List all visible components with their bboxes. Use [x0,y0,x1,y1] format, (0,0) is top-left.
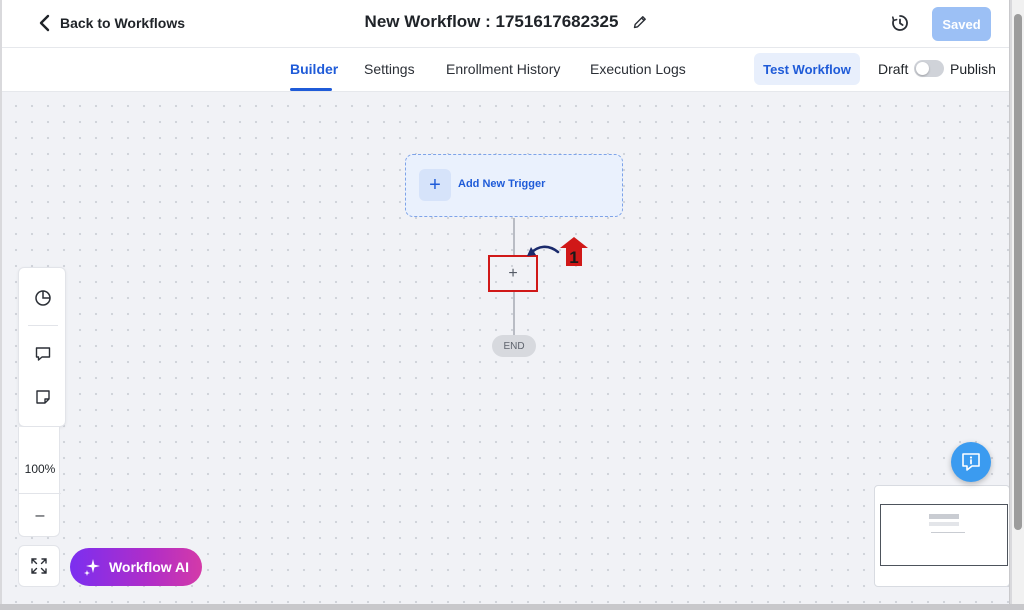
workflow-canvas[interactable]: + Add New Trigger + END 1 100% – Workflo… [2,92,1009,604]
minimap-node [929,522,959,526]
tab-execution-logs[interactable]: Execution Logs [590,61,686,77]
pie-chart-icon[interactable] [31,286,55,310]
tab-enrollment-history[interactable]: Enrollment History [446,61,560,77]
zoom-level: 100% [24,462,56,476]
end-node: END [492,335,536,357]
window-bottom-edge [0,604,1024,610]
chat-info-icon[interactable] [951,442,991,482]
workflow-ai-button[interactable]: Workflow AI [70,548,202,586]
saved-button[interactable]: Saved [932,7,991,41]
zoom-out-button[interactable]: – [19,503,61,529]
trigger-label: Add New Trigger [458,178,546,190]
canvas-tool-panel [18,267,66,427]
tool-divider [28,325,58,326]
workflow-title: New Workflow : 1751617682325 [364,12,619,31]
clock-history-icon[interactable] [890,13,910,33]
sparkle-icon [83,559,100,576]
plus-icon: + [508,264,518,282]
workflow-title-bar: New Workflow : 1751617682325 [2,12,1009,32]
add-new-trigger-card[interactable]: + Add New Trigger [405,154,623,217]
connector-line-bottom [513,292,515,335]
app-window: Back to Workflows New Workflow : 1751617… [2,0,1010,604]
publish-label: Publish [950,61,996,77]
plus-icon: + [419,169,451,201]
canvas-minimap[interactable] [874,485,1009,587]
top-header: Back to Workflows New Workflow : 1751617… [2,0,1009,48]
active-tab-indicator [290,88,332,91]
comment-icon[interactable] [31,342,55,366]
test-workflow-button[interactable]: Test Workflow [754,53,860,85]
tab-settings[interactable]: Settings [364,61,415,77]
zoom-controls: 100% – [18,427,61,537]
fit-screen-button[interactable] [18,545,60,587]
annotation-arrow-marker: 1 [527,237,588,267]
tab-bar: Builder Settings Enrollment History Exec… [2,48,1009,92]
toggle-knob [916,62,929,75]
publish-toggle[interactable] [914,60,944,77]
minimap-connector [931,532,965,533]
workflow-ai-label: Workflow AI [108,559,190,575]
tab-builder[interactable]: Builder [290,61,338,77]
fit-screen-icon [31,558,47,574]
scrollbar-thumb[interactable] [1014,14,1022,530]
minimap-node [929,514,959,519]
sticky-note-icon[interactable] [31,385,55,409]
zoom-divider [19,493,61,494]
draft-label: Draft [878,61,909,77]
pencil-icon[interactable] [632,14,648,30]
connector-line-top [513,218,515,256]
annotation-number: 1 [569,248,578,267]
